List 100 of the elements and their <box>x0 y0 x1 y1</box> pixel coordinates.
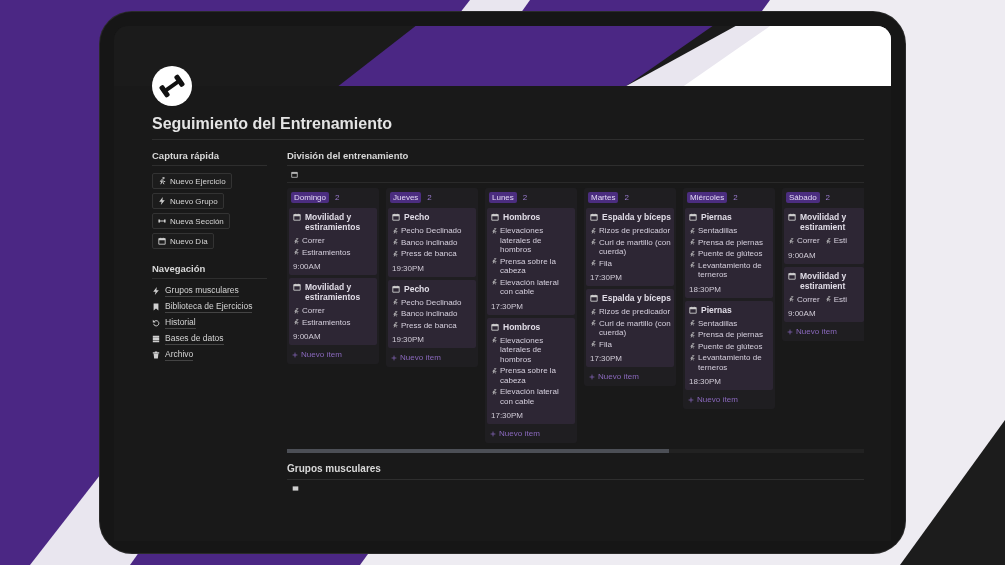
runner-icon <box>590 227 596 234</box>
column-count: 2 <box>825 193 831 202</box>
board-card[interactable]: Piernas Sentadillas Prensa de piernas Puente de glúteos Levantamiento de terneros 18:30PM <box>685 300 773 390</box>
calendar-icon <box>392 284 400 293</box>
quick-capture-button[interactable]: Nuevo Ejercicio <box>152 173 232 189</box>
card-time: 19:30PM <box>392 263 426 273</box>
calendar-icon <box>788 271 796 280</box>
nav-link[interactable]: Historial <box>165 317 196 329</box>
plus-icon <box>688 396 694 403</box>
runner-icon <box>590 341 596 347</box>
card-title: Movilidad y estiramientos <box>305 212 362 232</box>
calendar-icon <box>590 294 598 302</box>
plus-icon <box>391 354 397 361</box>
card-time: 17:30PM <box>491 411 525 420</box>
new-item-button[interactable]: Nuevo ítem <box>487 424 543 440</box>
section-heading: Grupos musculares <box>287 463 864 480</box>
nav-link[interactable]: Bases de datos <box>165 333 224 345</box>
quick-capture-button[interactable]: Nuevo Día <box>152 233 214 249</box>
table-icon[interactable] <box>292 485 299 492</box>
card-time: 17:30PM <box>590 354 624 363</box>
new-item-button[interactable]: Nuevo ítem <box>685 390 741 406</box>
runner-icon <box>293 319 299 325</box>
card-title: Movilidad y estiramientos <box>305 282 362 302</box>
plus-icon <box>589 373 595 380</box>
exercise-label: Elevación lateral con cable <box>500 277 560 297</box>
new-item-button[interactable]: Nuevo ítem <box>289 345 345 361</box>
card-title: Piernas <box>701 212 732 222</box>
card-title: Pecho <box>404 212 430 222</box>
card-title: Hombros <box>503 321 541 332</box>
column-count: 2 <box>427 193 432 202</box>
exercise-label: Correr <box>797 294 820 304</box>
plus-icon <box>787 328 793 335</box>
runner-icon <box>824 237 831 244</box>
card-time: 17:30PM <box>590 273 624 282</box>
card-title: Movilidad y estiramient <box>800 270 848 291</box>
card-time: 18:30PM <box>689 284 723 294</box>
board-card[interactable]: Piernas Sentadillas Prensa de piernas Puente de glúteos Levantamiento de terneros 18:30PM <box>685 208 773 298</box>
exercise-label: Correr <box>302 306 325 316</box>
exercise-label: Rizos de predicador <box>599 226 671 236</box>
runner-icon <box>590 320 596 326</box>
exercise-label: Puente de glúteos <box>698 341 763 351</box>
calendar-icon <box>689 213 697 221</box>
trash-icon <box>152 351 160 359</box>
calendar-icon <box>293 213 301 221</box>
column-count: 2 <box>335 193 340 202</box>
exercise-label: Pecho Declinado <box>401 226 462 236</box>
calendar-icon <box>491 213 499 221</box>
board-card[interactable]: Movilidad y estiramient Correr Esti 9:00AM <box>784 208 864 264</box>
plus-icon <box>490 430 496 437</box>
board-card[interactable]: Espalda y bíceps Rizos de predicador Curl de martillo (con cuerda) Fila 17:30PM <box>586 208 674 286</box>
table-icon[interactable] <box>291 170 298 178</box>
new-item-button[interactable]: Nuevo ítem <box>586 367 642 383</box>
board-card[interactable]: Movilidad y estiramientos Correr Estiramientos 9:00AM <box>289 208 377 275</box>
runner-icon <box>392 250 398 257</box>
quick-capture-button[interactable]: Nuevo Grupo <box>152 193 224 209</box>
new-item-button[interactable]: Nuevo ítem <box>784 322 840 338</box>
plus-icon <box>292 351 298 358</box>
card-title: Piernas <box>701 304 732 315</box>
runner-icon <box>689 343 695 349</box>
calendar-icon <box>788 213 796 221</box>
database-icon <box>152 335 160 343</box>
board-card[interactable]: Movilidad y estiramient Correr Esti 9:00AM <box>784 266 864 322</box>
undo-arrow-icon <box>152 319 160 327</box>
exercise-label: Puente de glúteos <box>698 249 763 259</box>
column-tag: Martes <box>588 192 619 203</box>
exercise-label: Curl de martillo (con cuerda) <box>599 237 671 257</box>
card-time: 9:00AM <box>788 309 817 318</box>
board-card[interactable]: Pecho Pecho Declinado Banco inclinado Press de banca 19:30PM <box>388 279 476 348</box>
board-heading: División del entrenamiento <box>287 150 864 166</box>
runner-icon <box>293 307 299 314</box>
exercise-label: Pecho Declinado <box>401 297 462 307</box>
new-item-button[interactable]: Nuevo ítem <box>388 348 444 364</box>
runner-icon <box>590 260 596 266</box>
card-time: 9:00AM <box>788 250 817 260</box>
column-tag: Sábado <box>786 192 820 203</box>
scrollbar-thumb[interactable] <box>287 449 669 453</box>
runner-icon <box>491 388 497 395</box>
board-card[interactable]: Espalda y bíceps Rizos de predicador Curl de martillo (con cuerda) Fila 17:30PM <box>586 289 674 367</box>
exercise-label: Sentadillas <box>698 226 738 236</box>
exercise-label: Prensa sobre la cabeza <box>500 256 558 276</box>
bookmark-icon <box>152 303 160 311</box>
exercise-label: Sentadillas <box>698 318 738 328</box>
card-time: 19:30PM <box>392 335 426 344</box>
board-card[interactable]: Hombros Elevaciones laterales de hombros Prensa sobre la cabeza Elevación lateral con cable 17:30PM <box>487 317 575 424</box>
card-time: 9:00AM <box>293 332 322 341</box>
exercise-label: Press de banca <box>401 249 457 259</box>
quick-capture-button[interactable]: Nueva Sección <box>152 213 230 229</box>
runner-icon <box>392 239 398 245</box>
calendar-icon <box>293 283 301 291</box>
card-time: 18:30PM <box>689 377 723 386</box>
nav-link[interactable]: Biblioteca de Ejercicios <box>165 301 253 313</box>
exercise-label: Correr <box>797 236 820 246</box>
board-card[interactable]: Hombros Elevaciones laterales de hombros Prensa sobre la cabeza Elevación lateral con cable 17:30PM <box>487 208 575 315</box>
runner-icon <box>392 299 398 305</box>
nav-link[interactable]: Grupos musculares <box>165 285 239 297</box>
board-card[interactable]: Pecho Pecho Declinado Banco inclinado Press de banca 19:30PM <box>388 208 476 277</box>
board-card[interactable]: Movilidad y estiramientos Correr Estiramientos 9:00AM <box>289 278 377 345</box>
calendar-icon <box>689 305 697 314</box>
nav-link[interactable]: Archivo <box>165 349 194 361</box>
runner-icon <box>491 227 497 234</box>
